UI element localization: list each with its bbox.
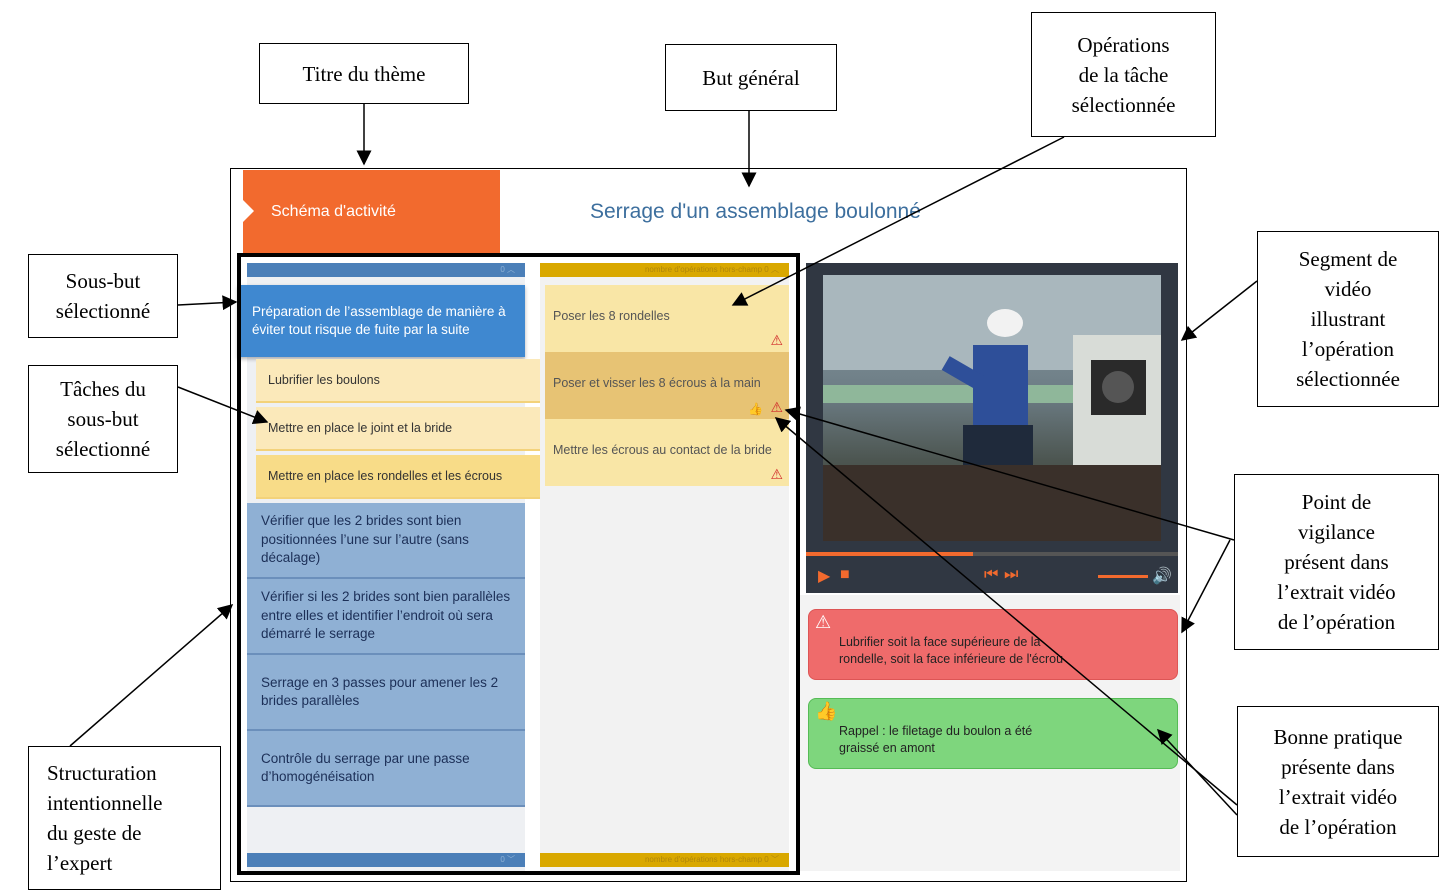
annotation-arrows <box>69 104 1258 816</box>
